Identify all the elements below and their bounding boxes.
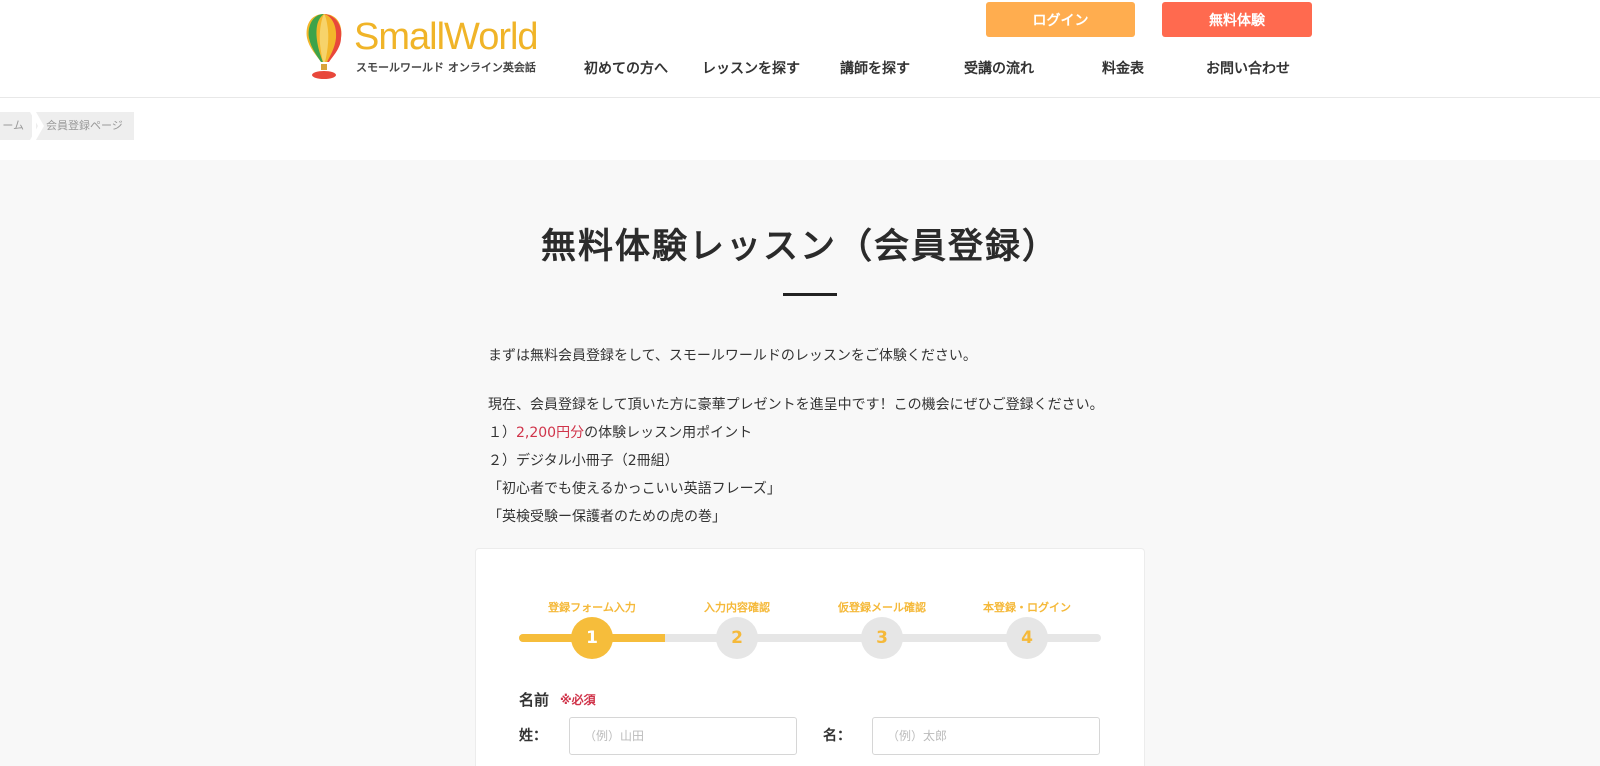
intro-text: まずは無料会員登録をして、スモールワールドのレッスンをご体験ください。 現在、会… xyxy=(488,342,1148,531)
nav-item-find-teachers[interactable]: 講師を探す xyxy=(840,58,910,78)
step-label-2: 入力内容確認 xyxy=(704,601,770,614)
name-field-title: 名前 xyxy=(519,691,550,709)
points-highlight: 2,200円分 xyxy=(516,425,585,441)
breadcrumb-home[interactable]: ーム xyxy=(0,112,32,140)
title-divider xyxy=(783,293,837,296)
step-label-1: 登録フォーム入力 xyxy=(548,601,636,614)
breadcrumb-band xyxy=(0,98,1600,160)
nav-item-pricing[interactable]: 料金表 xyxy=(1102,58,1144,78)
nav-item-lesson-flow[interactable]: 受講の流れ xyxy=(964,58,1034,78)
nav-item-beginners[interactable]: 初めての方へ xyxy=(584,58,668,78)
gift-item-1: １）2,200円分の体験レッスン用ポイント xyxy=(488,425,753,441)
breadcrumb-chevron-icon xyxy=(30,112,44,140)
site-header: SmallWorld スモールワールド オンライン英会話 ログイン 無料体験 初… xyxy=(0,0,1600,98)
step-label-4: 本登録・ログイン xyxy=(983,601,1071,614)
first-name-label: 名： xyxy=(823,728,851,744)
step-label-3: 仮登録メール確認 xyxy=(838,601,926,614)
login-button[interactable]: ログイン xyxy=(986,2,1135,37)
main-nav: 初めての方へ レッスンを探す 講師を探す 受講の流れ 料金表 お問い合わせ xyxy=(0,58,1600,78)
gift-item-2: ２）デジタル小冊子（2冊組） xyxy=(488,453,679,469)
last-name-label: 姓： xyxy=(519,728,547,744)
registration-card: 登録フォーム入力 入力内容確認 仮登録メール確認 本登録・ログイン 1 2 3 … xyxy=(475,548,1145,766)
required-badge: ※必須 xyxy=(560,693,596,707)
breadcrumb-current: 会員登録ページ xyxy=(36,112,134,140)
intro-line-1: まずは無料会員登録をして、スモールワールドのレッスンをご体験ください。 xyxy=(488,348,977,364)
nav-item-find-lessons[interactable]: レッスンを探す xyxy=(702,58,800,78)
free-trial-button[interactable]: 無料体験 xyxy=(1162,2,1312,37)
step-circle-3: 3 xyxy=(861,617,903,659)
step-circle-4: 4 xyxy=(1006,617,1048,659)
page-title: 無料体験レッスン（会員登録） xyxy=(540,227,1059,267)
step-circle-2: 2 xyxy=(716,617,758,659)
gift-item-3: 「初心者でも使えるかっこいい英語フレーズ」 xyxy=(488,481,781,497)
intro-line-2: 現在、会員登録をして頂いた方に豪華プレゼントを進呈中です！この機会にぜひご登録く… xyxy=(488,397,1104,413)
step-circle-1: 1 xyxy=(571,617,613,659)
logo-wordmark: SmallWorld xyxy=(354,16,539,58)
last-name-input[interactable] xyxy=(569,717,797,755)
first-name-input[interactable] xyxy=(872,717,1100,755)
gift-item-4: 「英検受験ー保護者のための虎の巻」 xyxy=(488,509,726,525)
nav-item-contact[interactable]: お問い合わせ xyxy=(1206,58,1290,78)
